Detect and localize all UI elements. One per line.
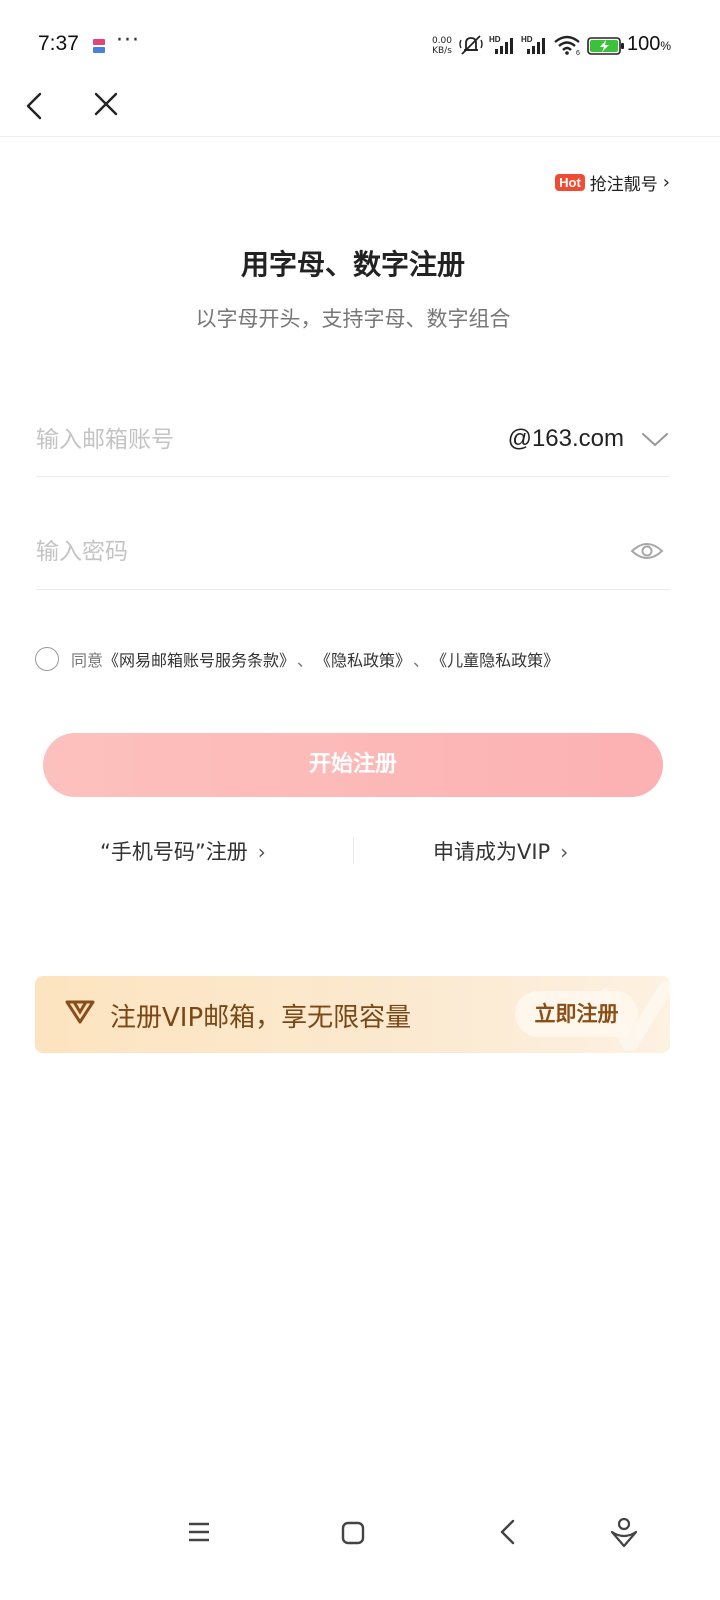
phone-register-label: “手机号码”注册 [100,840,248,864]
vip-apply-label: 申请成为VIP [433,840,551,864]
battery-percent-value: 100 [627,33,661,55]
page-title: 用字母、数字注册 [240,248,465,281]
status-bar: 7:37 ··· 0.00 KB/s HD HD 6 100% [0,0,720,92]
grab-vanity-number-label: 抢注靓号 [589,175,658,195]
more-notifications-icon: ··· [116,28,140,53]
status-time: 7:37 [38,32,79,55]
vip-logo-icon [65,1000,95,1024]
signal-strength-icon: HD [521,35,545,54]
svg-text:HD: HD [521,35,533,44]
grab-vanity-number-link[interactable]: Hot 抢注靓号 › [555,170,670,195]
close-icon [94,92,118,116]
phone-register-link[interactable]: “手机号码”注册 › [100,836,266,866]
signal-strength-icon: HD [489,35,513,54]
eye-icon[interactable] [630,540,664,562]
start-register-button[interactable]: 开始注册 [43,733,663,797]
chevron-right-icon: › [257,840,266,864]
vip-banner-text: 注册VIP邮箱，享无限容量 [110,1003,412,1033]
menu-icon[interactable] [186,1520,212,1544]
links-divider [353,838,354,864]
page-subtitle: 以字母开头，支持字母、数字组合 [195,307,511,331]
children-privacy-policy-link[interactable]: 《儿童隐私政策》 [431,647,559,671]
network-speed-unit: KB/s [432,46,452,56]
chevron-left-icon [26,92,42,120]
vip-apply-link[interactable]: 申请成为VIP › [433,836,568,866]
hot-badge: Hot [555,174,585,191]
chevron-right-icon: › [662,172,670,193]
assistant-icon[interactable] [609,1516,639,1548]
agreement-prefix: 同意 [71,651,104,670]
network-speed: 0.00 KB/s [428,36,456,56]
network-speed-value: 0.00 [431,36,453,46]
agreement-separator: 、 [297,651,314,670]
close-button[interactable] [86,86,126,126]
back-button[interactable] [18,86,54,126]
app-notification-icon [93,39,105,53]
svg-text:6: 6 [576,50,580,56]
email-domain-value: @163.com [507,425,624,452]
service-terms-link[interactable]: 《网易邮箱账号服务条款》 [103,647,295,671]
agreement-checkbox[interactable] [35,647,59,671]
agreement-row: 同意 《网易邮箱账号服务条款》 、 《隐私政策》 、 《儿童隐私政策》 [35,647,559,671]
header-divider [0,136,720,137]
privacy-policy-link[interactable]: 《隐私政策》 [315,647,411,671]
battery-percent-unit: % [660,39,672,53]
chevron-right-icon: › [560,840,569,864]
wifi-icon: 6 [554,35,580,56]
back-icon[interactable] [497,1518,519,1546]
password-field [36,516,670,590]
svg-text:HD: HD [489,35,501,44]
mute-bell-icon [459,35,483,55]
email-account-field: @163.com [36,404,670,477]
password-input[interactable] [36,532,556,572]
agreement-separator: 、 [413,651,430,670]
email-account-input[interactable] [36,420,466,460]
home-icon[interactable] [341,1521,365,1545]
battery-percent: 100% [627,33,671,56]
chevron-down-icon [642,433,668,446]
vip-banner[interactable]: 注册VIP邮箱，享无限容量 立即注册 [35,976,670,1053]
email-domain-select[interactable]: @163.com [508,414,670,464]
register-now-button[interactable]: 立即注册 [515,991,638,1037]
battery-charging-icon [587,37,624,55]
